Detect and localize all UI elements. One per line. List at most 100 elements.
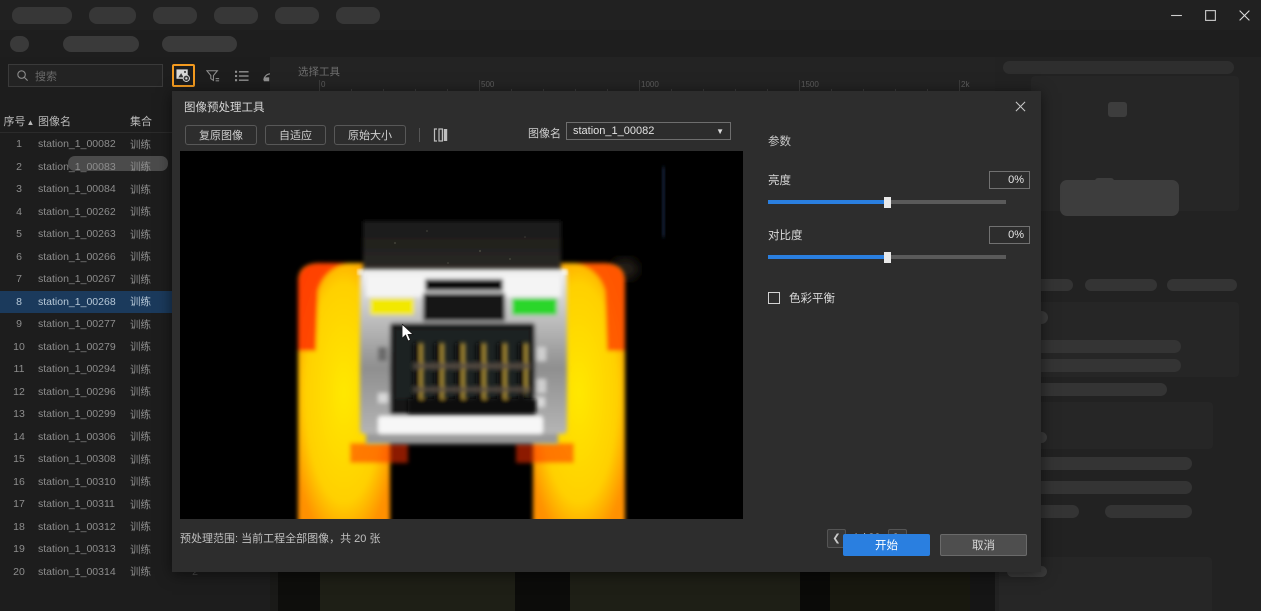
contrast-slider-fill xyxy=(768,255,887,259)
image-preprocess-icon[interactable] xyxy=(172,64,195,87)
start-button[interactable]: 开始 xyxy=(843,534,930,556)
parameters-panel: 参数 亮度 0% 对比度 0% 色彩平衡 xyxy=(768,133,1030,306)
row-image-name: station_1_00267 xyxy=(38,273,116,286)
row-image-name: station_1_00082 xyxy=(38,138,116,151)
row-index: 6 xyxy=(16,250,22,263)
row-set: 训练 xyxy=(130,363,151,376)
row-image-name: station_1_00279 xyxy=(38,340,116,353)
row-set: 训练 xyxy=(130,251,151,264)
tab-placeholder[interactable] xyxy=(336,6,380,24)
row-set: 训练 xyxy=(130,183,151,196)
row-image-name: station_1_00083 xyxy=(38,160,116,173)
select-tool-label: 选择工具 xyxy=(298,66,340,78)
row-index: 19 xyxy=(13,543,25,556)
row-image-name: station_1_00263 xyxy=(38,228,116,241)
column-label: 序号 xyxy=(3,115,26,128)
brightness-slider-fill xyxy=(768,200,887,204)
close-icon[interactable] xyxy=(1227,0,1261,30)
tab-placeholder[interactable] xyxy=(153,6,197,24)
sort-caret-icon: ▲ xyxy=(26,117,35,127)
original-size-button[interactable]: 原始大小 xyxy=(334,124,406,145)
row-set: 训练 xyxy=(130,431,151,444)
ruler-tick-label: 2k xyxy=(961,80,970,89)
application-window: 搜索 序号▲ 图像名 集合 1 station_1_00082 训练 2 sta… xyxy=(0,0,1261,611)
color-balance-row[interactable]: 色彩平衡 xyxy=(768,290,1030,306)
column-header-imagename[interactable]: 图像名 xyxy=(38,113,130,129)
color-balance-checkbox[interactable] xyxy=(768,292,780,304)
row-image-name: station_1_00084 xyxy=(38,183,116,196)
row-set: 训练 xyxy=(130,273,151,286)
row-image-name: station_1_00262 xyxy=(38,205,116,218)
brightness-value[interactable]: 0% xyxy=(989,171,1030,189)
row-index: 12 xyxy=(13,385,25,398)
contrast-row: 对比度 0% xyxy=(768,226,1030,244)
search-placeholder: 搜索 xyxy=(35,70,57,83)
row-set: 训练 xyxy=(130,161,151,174)
row-index: 16 xyxy=(13,475,25,488)
panel-placeholder xyxy=(1167,279,1237,291)
row-image-name: station_1_00308 xyxy=(38,453,116,466)
title-bar xyxy=(0,0,1261,30)
split-compare-icon[interactable] xyxy=(433,127,449,142)
color-balance-label: 色彩平衡 xyxy=(789,293,835,305)
tab-placeholder[interactable] xyxy=(12,6,72,24)
tab-placeholder[interactable] xyxy=(214,6,258,24)
row-image-name: station_1_00306 xyxy=(38,430,116,443)
chevron-down-icon: ▼ xyxy=(716,126,724,136)
list-toolbar xyxy=(172,63,282,88)
cancel-button[interactable]: 取消 xyxy=(940,534,1027,556)
row-index: 9 xyxy=(16,318,22,331)
dialog-close-icon[interactable] xyxy=(1005,94,1035,118)
panel-shape-placeholder xyxy=(1108,102,1127,117)
brightness-row: 亮度 0% xyxy=(768,171,1030,189)
row-set: 训练 xyxy=(130,228,151,241)
dialog-actions: 开始 取消 xyxy=(843,534,1027,556)
toolbar-placeholder[interactable] xyxy=(63,35,139,52)
minimize-icon[interactable] xyxy=(1159,0,1193,30)
tab-placeholder[interactable] xyxy=(89,6,136,24)
panel-shape-placeholder xyxy=(1060,180,1179,216)
row-index: 5 xyxy=(16,228,22,241)
row-image-name: station_1_00299 xyxy=(38,408,116,421)
row-index: 7 xyxy=(16,273,22,286)
search-row: 搜索 xyxy=(0,57,278,94)
brightness-slider-knob[interactable] xyxy=(884,197,891,208)
image-name-select[interactable]: station_1_00082 ▼ xyxy=(566,122,731,140)
row-image-name: station_1_00314 xyxy=(38,565,116,578)
column-header-set[interactable]: 集合 xyxy=(130,113,172,129)
row-index: 15 xyxy=(13,453,25,466)
row-image-name: station_1_00312 xyxy=(38,520,116,533)
image-name-value: station_1_00082 xyxy=(573,125,655,137)
column-header-index[interactable]: 序号▲ xyxy=(0,113,38,129)
row-index: 14 xyxy=(13,430,25,443)
panel-placeholder xyxy=(1105,505,1192,518)
row-set: 训练 xyxy=(130,318,151,331)
row-index: 2 xyxy=(16,160,22,173)
row-index: 11 xyxy=(13,363,25,376)
brightness-slider[interactable] xyxy=(768,197,1006,208)
filter-icon[interactable] xyxy=(201,64,224,87)
row-image-name: station_1_00313 xyxy=(38,543,116,556)
contrast-slider[interactable] xyxy=(768,252,1006,263)
fit-to-window-button[interactable]: 自适应 xyxy=(265,124,326,145)
restore-image-button[interactable]: 复原图像 xyxy=(185,124,257,145)
contrast-slider-knob[interactable] xyxy=(884,252,891,263)
row-set: 训练 xyxy=(130,543,151,556)
search-icon xyxy=(17,70,29,82)
tab-strip xyxy=(0,0,1180,30)
tab-placeholder[interactable] xyxy=(275,6,319,24)
search-input[interactable]: 搜索 xyxy=(8,64,163,87)
row-image-name: station_1_00268 xyxy=(38,295,116,308)
row-set: 训练 xyxy=(130,453,151,466)
list-view-icon[interactable] xyxy=(230,64,253,87)
toolbar-placeholder[interactable] xyxy=(162,35,237,52)
row-index: 8 xyxy=(16,295,22,308)
dialog-title: 图像预处理工具 xyxy=(184,102,265,114)
row-image-name: station_1_00294 xyxy=(38,363,116,376)
toolbar-placeholder[interactable] xyxy=(10,35,29,52)
maximize-icon[interactable] xyxy=(1193,0,1227,30)
image-preview[interactable] xyxy=(180,151,743,519)
contrast-value[interactable]: 0% xyxy=(989,226,1030,244)
row-image-name: station_1_00266 xyxy=(38,250,116,263)
row-set: 训练 xyxy=(130,138,151,151)
